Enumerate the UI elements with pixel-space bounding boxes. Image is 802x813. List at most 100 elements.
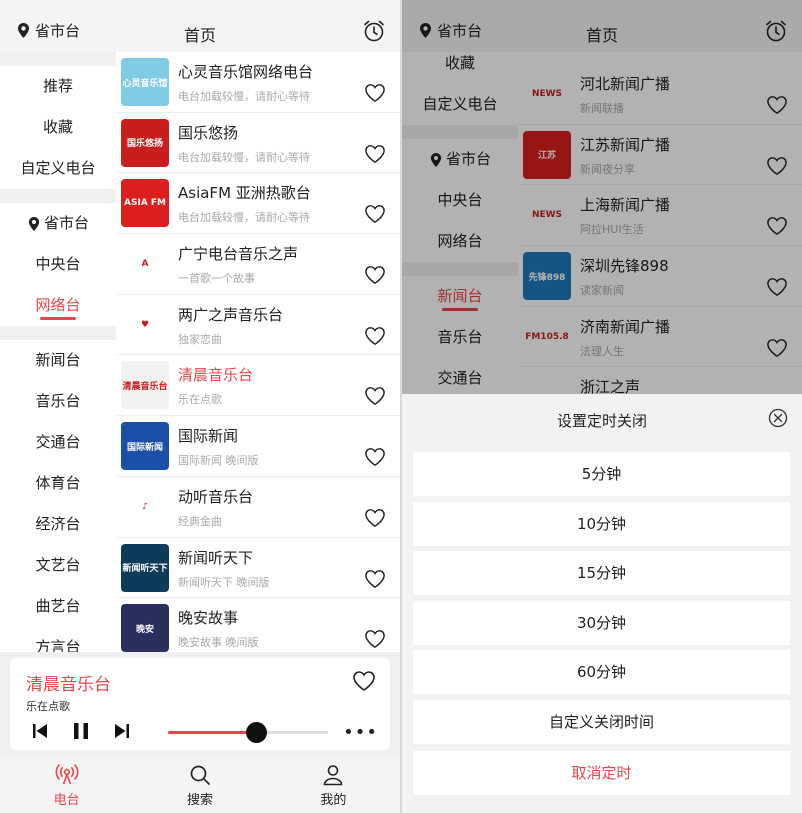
timer-option[interactable]: 5分钟 [413,452,790,496]
tab-label: 我的 [320,793,347,808]
category-label: 自定义电台 [20,159,96,177]
station-description: 独家恋曲 [178,332,222,346]
more-icon[interactable]: ••• [343,722,378,743]
favorite-button[interactable] [364,204,386,228]
skip-previous-icon [33,724,47,738]
station-name: 两广之声音乐台 [178,305,284,324]
station-logo-text: ASIA FM [124,198,166,209]
station-logo: 国际新闻 [121,422,169,471]
station-name: 晚安故事 [178,609,239,628]
home-screen-left: 省市台 首页 推荐收藏自定义电台省市台 中央台网络台新闻台 音乐台交通台体育台经济台… [0,0,400,813]
category-label: 经济台 [35,515,81,533]
category-item[interactable]: 自定义电台 [0,148,116,189]
station-logo-text: A [141,259,149,270]
station-logo-text: 心灵音乐馆 [122,78,168,89]
category-item[interactable]: 省市台 [0,203,116,244]
category-item[interactable]: 推荐 [0,66,116,107]
search-icon [190,765,210,785]
category-item[interactable]: 网络台 [0,285,116,326]
station-row[interactable]: 心灵音乐馆 心灵音乐馆网络电台 电台加载较慢，请耐心等待 [116,52,400,113]
tab-search[interactable]: 搜索 [133,755,266,813]
favorite-button[interactable] [364,326,386,350]
category-group: 省市台 中央台 网络台 [0,203,116,326]
timer-option[interactable]: 10分钟 [413,501,790,546]
volume-knob[interactable] [246,722,267,743]
category-item[interactable]: 体育台 [0,463,116,504]
timer-option[interactable]: 15分钟 [413,551,790,596]
station-description: 电台加载较慢，请耐心等待 [178,150,310,164]
mini-player: 清晨音乐台 乐在点歌 ••• [10,658,390,750]
category-item[interactable]: 文艺台 [0,545,116,586]
category-item[interactable]: 曲艺台 [0,586,116,627]
pause-button[interactable] [72,722,90,744]
station-description: 国际新闻 晚间版 [178,454,259,468]
timer-option[interactable]: 60分钟 [413,650,790,695]
tab-label: 搜索 [186,793,213,808]
favorite-button[interactable] [364,447,386,471]
station-row[interactable]: A 广宁电台音乐之声 一首歌一个故事 [116,234,400,295]
category-item[interactable]: 新闻台 [0,340,116,381]
close-button[interactable] [768,408,788,432]
heart-icon [365,266,385,285]
station-description: 经典金曲 [178,514,222,528]
station-description: 晚安故事 晚间版 [178,636,259,650]
station-logo: 晚安 [121,604,169,652]
category-sidebar: 推荐收藏自定义电台省市台 中央台网络台新闻台 音乐台交通台体育台经济台文艺台曲艺台方… [0,52,116,652]
cancel-timer-button[interactable]: 取消定时 [413,751,790,795]
category-item[interactable]: 交通台 [0,422,116,463]
header: 省市台 首页 [0,0,400,52]
category-label: 推荐 [42,77,73,95]
category-item[interactable]: 收藏 [0,107,116,148]
volume-slider[interactable] [168,722,328,743]
category-label: 收藏 [42,118,73,136]
category-label: 网络台 [35,296,81,314]
favorite-button[interactable] [364,265,386,289]
station-description: 电台加载较慢，请耐心等待 [178,90,310,103]
station-row[interactable]: 国乐悠扬 国乐悠扬 电台加载较慢，请耐心等待 [116,113,400,174]
pause-icon [74,723,88,739]
timer-sheet: 设置定时关闭 5分钟 10分钟 15分钟 30分钟 60分钟 自定义关闭时间 取消定时 [402,394,802,813]
heart-icon [365,569,385,588]
favorite-button[interactable] [364,83,386,107]
favorite-button[interactable] [352,670,376,696]
favorite-button[interactable] [364,508,386,532]
next-button[interactable] [114,722,130,744]
timer-option[interactable]: 自定义关闭时间 [413,700,790,744]
station-logo-text: ♥ [140,319,150,330]
station-row[interactable]: 清晨音乐台 清晨音乐台 乐在点歌 [116,355,400,417]
timer-option[interactable]: 30分钟 [413,600,790,645]
station-row[interactable]: ASIA FM AsiaFM 亚洲热歌台 电台加载较慢，请耐心等待 [116,173,400,235]
alarm-clock-button[interactable] [362,19,386,47]
dim-overlay[interactable] [402,0,802,394]
station-logo: 国乐悠扬 [121,118,169,167]
favorite-button[interactable] [364,569,386,593]
category-item[interactable]: 经济台 [0,504,116,545]
favorite-button[interactable] [364,629,386,652]
heart-icon [365,326,385,345]
category-label: 文艺台 [35,556,81,574]
station-logo-text: 新闻听天下 [122,564,168,574]
station-logo-text: 国乐悠扬 [126,139,163,150]
station-row[interactable]: ♪ 动听音乐台 经典金曲 [116,477,400,538]
station-list: 心灵音乐馆 心灵音乐馆网络电台 电台加载较慢，请耐心等待 国乐悠扬 国乐悠扬 电台加载较慢… [116,52,400,652]
tab-label: 电台 [53,793,80,808]
station-row[interactable]: ♥ 两广之声音乐台独家恋曲 [116,295,400,356]
station-row[interactable]: 新闻听天下 新闻听天下 新闻听天下 晚间版 [116,538,400,599]
previous-button[interactable] [32,722,48,744]
favorite-button[interactable] [364,144,386,168]
category-item[interactable]: 中央台 [0,244,116,285]
station-row[interactable]: 国际新闻 国际新闻 国际新闻 晚间版 [116,416,400,477]
tab-radio[interactable]: 电台 [0,755,133,813]
station-logo-text: ♪ [142,501,148,512]
now-playing-name[interactable]: 清晨音乐台 [26,670,111,695]
favorite-button[interactable] [364,386,386,410]
now-playing-sub: 乐在点歌 [26,700,70,713]
category-label: 方言台 [35,638,81,652]
category-item[interactable]: 方言台 [0,627,116,652]
category-label: 交通台 [35,433,81,451]
tab-user[interactable]: 我的 [267,755,400,813]
category-item[interactable]: 音乐台 [0,381,116,422]
station-name: 新闻听天下 [178,548,254,567]
volume-fill [168,731,256,734]
station-row[interactable]: 晚安 晚安故事晚安故事 晚间版 [116,598,400,652]
